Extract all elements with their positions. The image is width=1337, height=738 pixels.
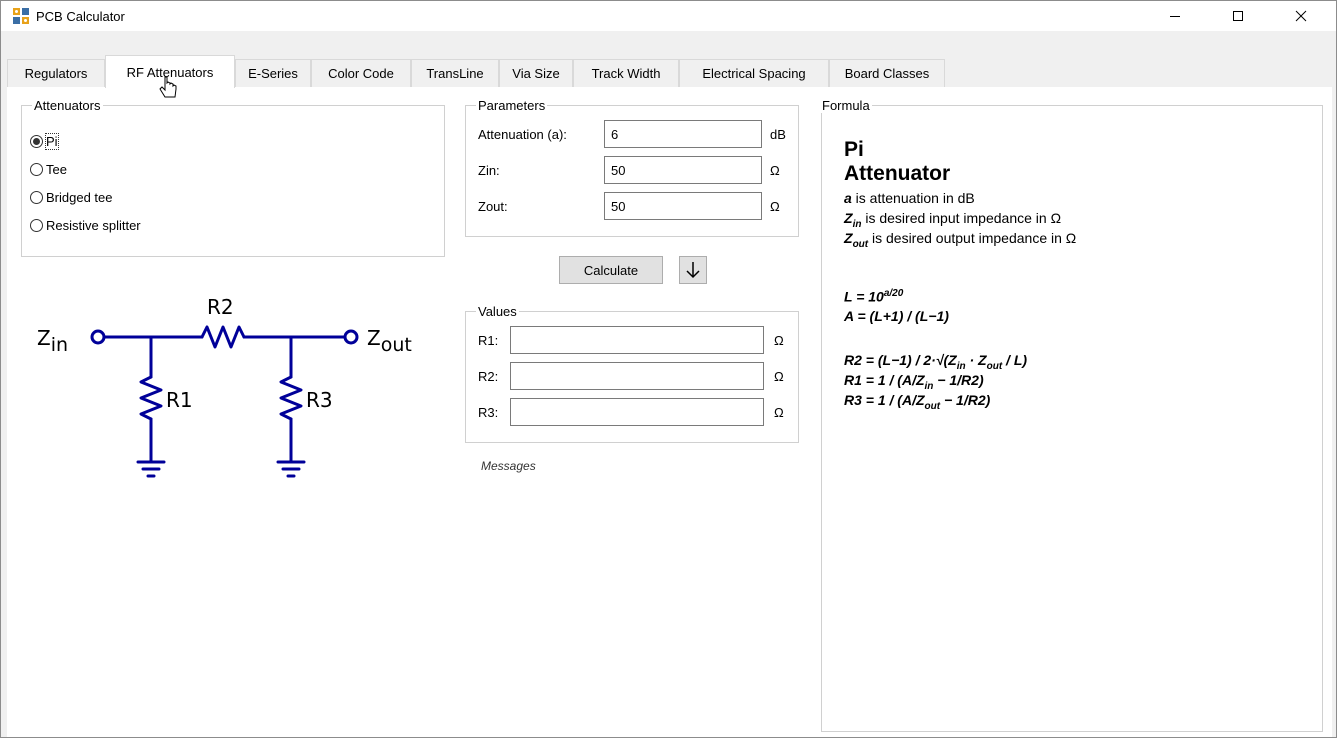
calculate-label: Calculate <box>583 262 639 278</box>
r2-unit: Ω <box>774 369 784 384</box>
zin-unit: Ω <box>770 163 780 178</box>
zout-terminal <box>343 329 359 345</box>
r3-label: R3 <box>306 388 333 412</box>
zin-input[interactable] <box>604 156 762 184</box>
minimize-icon <box>1170 16 1180 17</box>
radio-label: Bridged tee <box>46 190 113 205</box>
radio-button[interactable] <box>30 219 43 232</box>
calculate-button[interactable]: Calculate <box>559 256 663 284</box>
r3-label: R3: <box>478 405 499 420</box>
window-title: PCB Calculator <box>36 9 125 24</box>
r1-label: R1 <box>166 388 193 412</box>
tab-electrical-spacing[interactable]: Electrical Spacing <box>679 59 829 87</box>
tab-via-size[interactable]: Via Size <box>499 59 573 87</box>
tab-label: Board Classes <box>844 66 930 81</box>
radio-button[interactable] <box>30 135 43 148</box>
parameters-group: Parameters Attenuation (a): dB Zin: Ω Zo… <box>465 98 799 237</box>
radio-pi[interactable]: Pi <box>30 133 59 150</box>
r1-resistor <box>139 375 163 421</box>
r2-label: R2: <box>478 369 499 384</box>
zout-label: Zout <box>367 326 412 356</box>
tab-label: Track Width <box>591 66 661 81</box>
formula-group: Formula Pi Attenuator a is attenuation i… <box>820 98 1323 732</box>
r3-resistor <box>279 375 303 421</box>
minimize-button[interactable] <box>1152 1 1198 31</box>
attenuators-title: Attenuators <box>32 98 103 113</box>
tab-label: Via Size <box>512 66 560 81</box>
mouse-cursor-icon <box>159 76 177 98</box>
r1-output[interactable] <box>510 326 764 354</box>
r2-resistor <box>200 325 246 349</box>
radio-label: Resistive splitter <box>46 218 141 233</box>
down-arrow-icon <box>686 262 700 279</box>
r2-output[interactable] <box>510 362 764 390</box>
tab-transline[interactable]: TransLine <box>411 59 499 87</box>
radio-label: Tee <box>46 162 67 177</box>
r1-unit: Ω <box>774 333 784 348</box>
maximize-button[interactable] <box>1215 1 1261 31</box>
radio-label: Pi <box>45 133 59 150</box>
formula-line-a: a is attenuation in dB <box>844 190 975 206</box>
formula-a-equation: A = (L+1) / (L−1) <box>844 308 949 324</box>
maximize-icon <box>1233 11 1243 21</box>
attenuation-input[interactable] <box>604 120 762 148</box>
r3-unit: Ω <box>774 405 784 420</box>
tab-label: Regulators <box>24 66 88 81</box>
app-window: PCB Calculator Regulators RF Attenuators… <box>0 0 1337 738</box>
formula-line-zout: Zout is desired output impedance in Ω <box>844 230 1077 250</box>
tab-board-classes[interactable]: Board Classes <box>829 59 945 87</box>
radio-resistive-splitter[interactable]: Resistive splitter <box>30 218 141 233</box>
zin-label: Zin <box>37 326 68 356</box>
r3-output[interactable] <box>510 398 764 426</box>
attenuation-unit: dB <box>770 127 786 142</box>
parameters-title: Parameters <box>476 98 548 113</box>
radio-bridged-tee[interactable]: Bridged tee <box>30 190 113 205</box>
zout-unit: Ω <box>770 199 780 214</box>
title-bar: PCB Calculator <box>1 1 1336 31</box>
messages-label: Messages <box>481 459 536 473</box>
values-group: Values R1: Ω R2: Ω R3: Ω <box>465 304 799 443</box>
radio-tee[interactable]: Tee <box>30 162 67 177</box>
zout-label: Zout: <box>478 199 508 214</box>
pi-attenuator-schematic: Zin Zout R2 R1 R3 <box>37 295 412 478</box>
tab-label: TransLine <box>426 66 484 81</box>
close-button[interactable] <box>1278 1 1324 31</box>
zout-input[interactable] <box>604 192 762 220</box>
close-icon <box>1295 10 1307 22</box>
values-title: Values <box>476 304 519 319</box>
tab-color-code[interactable]: Color Code <box>311 59 411 87</box>
tab-label: Color Code <box>328 66 394 81</box>
radio-button[interactable] <box>30 163 43 176</box>
copy-down-button[interactable] <box>679 256 707 284</box>
formula-title: Formula <box>820 98 872 113</box>
r1-label: R1: <box>478 333 499 348</box>
app-icon <box>13 8 29 24</box>
tab-track-width[interactable]: Track Width <box>573 59 679 87</box>
r2-label: R2 <box>207 295 234 319</box>
zin-label: Zin: <box>478 163 500 178</box>
tab-e-series[interactable]: E-Series <box>235 59 311 87</box>
formula-heading: Pi Attenuator <box>844 138 951 185</box>
tab-label: E-Series <box>248 66 298 81</box>
attenuation-label: Attenuation (a): <box>478 127 567 142</box>
formula-r3-equation: R3 = 1 / (A/Zout − 1/R2) <box>844 392 991 412</box>
formula-l-equation: L = 10a/20 <box>844 288 904 305</box>
tab-regulators[interactable]: Regulators <box>7 59 105 87</box>
radio-button[interactable] <box>30 191 43 204</box>
zin-terminal <box>90 329 106 345</box>
attenuators-group: Attenuators Pi Tee Bridged tee Resistive… <box>21 98 445 257</box>
formula-r2-equation: R2 = (L−1) / 2·√(Zin · Zout / L) <box>844 352 1028 372</box>
formula-line-zin: Zin is desired input impedance in Ω <box>844 210 1062 230</box>
formula-r1-equation: R1 = 1 / (A/Zin − 1/R2) <box>844 372 984 392</box>
tab-content: Attenuators Pi Tee Bridged tee Resistive… <box>7 87 1332 737</box>
tab-label: Electrical Spacing <box>702 66 806 81</box>
